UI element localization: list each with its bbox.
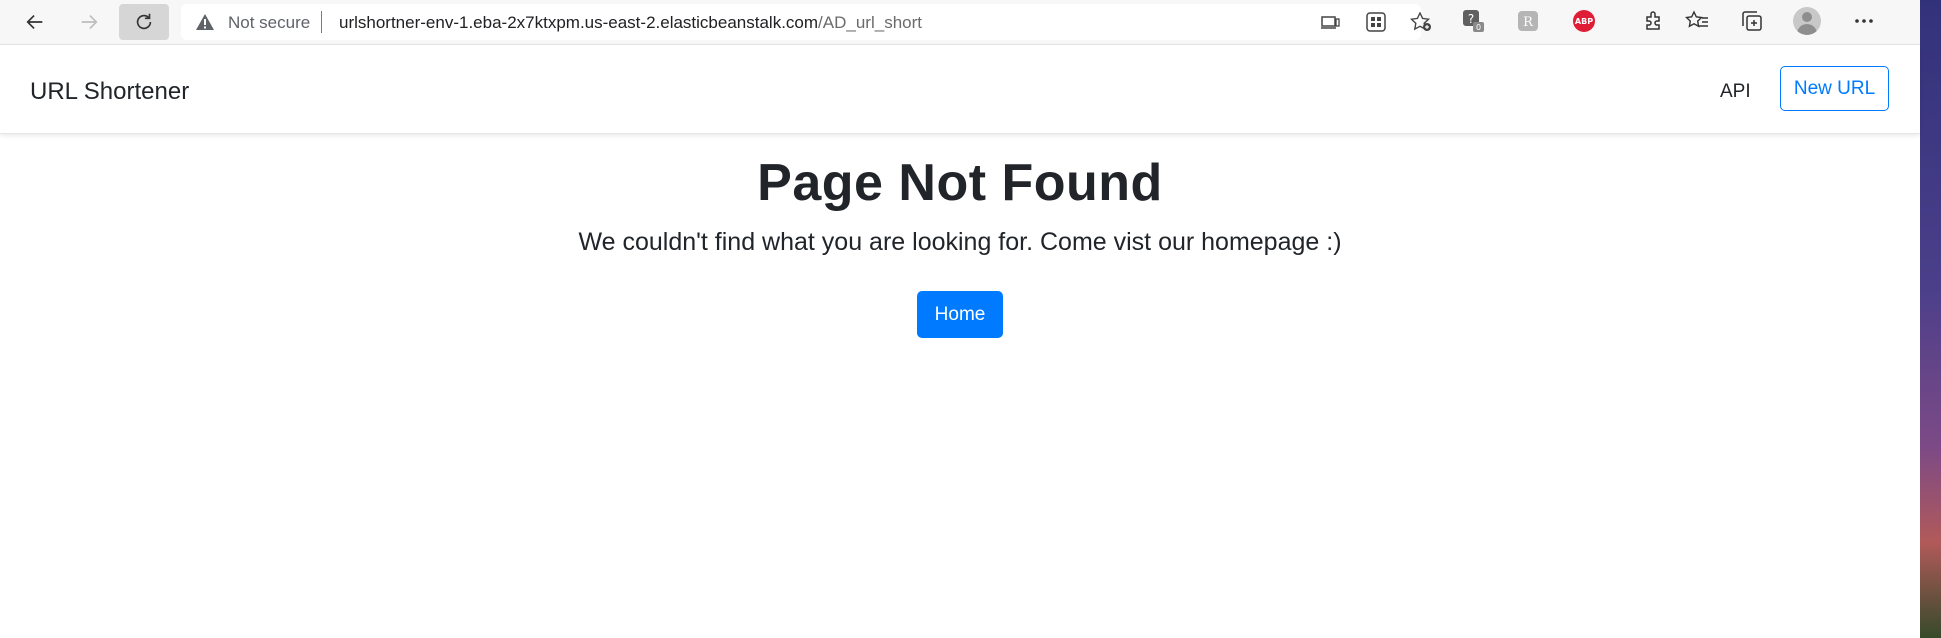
security-status[interactable]: Not secure [228, 13, 310, 33]
badge-count: 0 [1476, 23, 1481, 32]
warning-icon [196, 14, 214, 30]
adblock-extension-icon[interactable]: ABP [1572, 9, 1596, 33]
extensions-button[interactable] [1642, 9, 1666, 33]
collections-button[interactable] [1740, 9, 1764, 33]
browser-toolbar: Not secure urlshortner-env-1.eba-2x7ktxp… [0, 0, 1920, 45]
avatar-icon [1793, 7, 1821, 35]
arrow-left-icon [26, 14, 43, 30]
settings-menu-button[interactable] [1852, 9, 1876, 33]
api-link[interactable]: API [1720, 81, 1751, 103]
home-button[interactable]: Home [917, 291, 1003, 338]
web-page: URL Shortener API New URL Page Not Found… [0, 45, 1920, 638]
url-text[interactable]: urlshortner-env-1.eba-2x7ktxpm.us-east-2… [339, 13, 922, 33]
help-extension-icon[interactable]: ? 0 [1462, 9, 1486, 33]
profile-button[interactable] [1792, 6, 1822, 36]
new-url-button[interactable]: New URL [1780, 66, 1889, 111]
collections-icon [1742, 11, 1762, 31]
question-icon: ?0 [1463, 10, 1484, 32]
favorites-star-icon [1685, 10, 1708, 28]
reload-button[interactable] [119, 4, 169, 40]
more-dots-icon [1855, 19, 1873, 23]
r-letter-icon: R [1518, 11, 1538, 31]
svg-text:R: R [1523, 15, 1534, 30]
puzzle-icon [1646, 11, 1660, 30]
page-title: Page Not Found [757, 154, 1163, 212]
not-found-message: We couldn't find what you are looking fo… [578, 228, 1342, 256]
add-favorite-icon[interactable] [1410, 12, 1432, 32]
desktop-background [1920, 0, 1941, 638]
arrow-right-icon [81, 14, 98, 30]
forward-button[interactable] [64, 4, 114, 40]
site-navbar: URL Shortener API New URL [0, 45, 1920, 134]
reload-icon [136, 13, 152, 30]
apps-icon[interactable] [1365, 12, 1387, 32]
cast-icon[interactable] [1319, 12, 1341, 32]
grammar-extension-icon[interactable]: R [1516, 9, 1540, 33]
brand-link[interactable]: URL Shortener [30, 78, 189, 106]
url-host: urlshortner-env-1.eba-2x7ktxpm.us-east-2… [339, 13, 819, 32]
address-bar[interactable]: Not secure urlshortner-env-1.eba-2x7ktxp… [181, 4, 1431, 40]
abp-icon: ABP [1573, 10, 1595, 32]
address-separator [321, 11, 322, 33]
back-button[interactable] [10, 4, 60, 40]
url-path: /AD_url_short [818, 13, 922, 32]
favorites-button[interactable] [1685, 9, 1709, 33]
